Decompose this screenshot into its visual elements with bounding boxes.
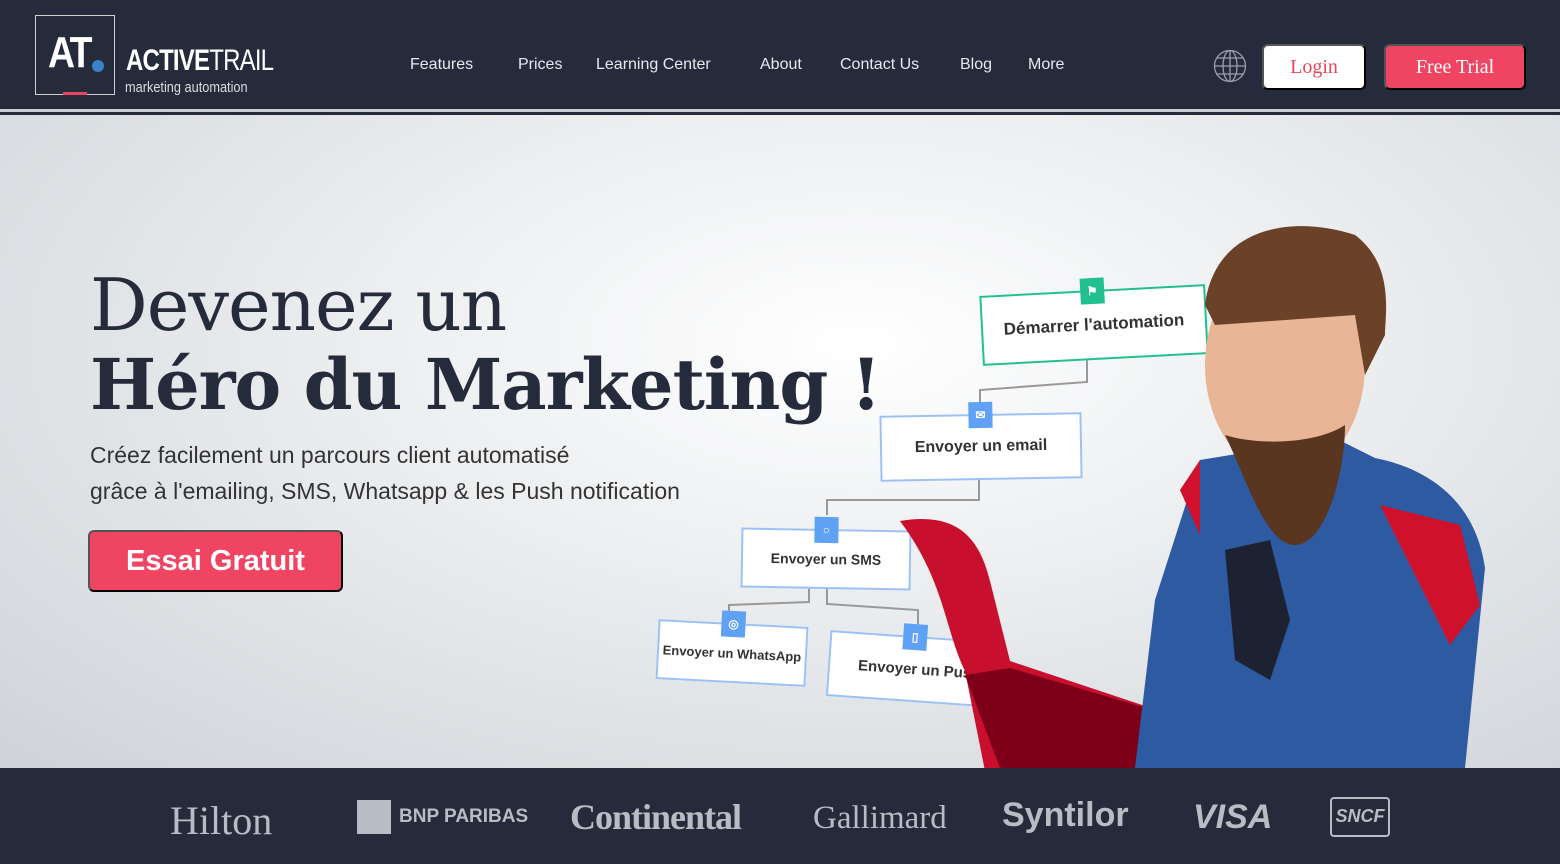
brand-bold: ACTIVE: [126, 44, 210, 77]
client-logo-syntilor: Syntilor: [1002, 796, 1129, 834]
logo-letters: AT: [48, 28, 93, 77]
brand-name[interactable]: ACTIVETRAIL: [126, 44, 274, 78]
client-logo-gallimard: Gallimard: [813, 800, 947, 836]
nav-about[interactable]: About: [760, 56, 802, 74]
logo[interactable]: AT: [35, 15, 115, 95]
client-logo-continental: Continental: [570, 797, 742, 837]
brand-light: TRAIL: [209, 44, 274, 77]
logo-dot: [92, 60, 104, 72]
hero-section: Devenez un Héro du Marketing ! Créez fac…: [0, 115, 1560, 768]
client-logo-bnp: BNP PARIBAS: [399, 806, 529, 827]
client-logo-visa: VISA: [1193, 798, 1273, 836]
free-trial-button[interactable]: Free Trial: [1384, 44, 1526, 90]
login-button[interactable]: Login: [1262, 44, 1366, 90]
nav-blog[interactable]: Blog: [960, 56, 992, 74]
superhero-illustration: [900, 226, 1485, 768]
top-navbar: AT ACTIVETRAIL marketing automation Feat…: [0, 0, 1560, 112]
brand-tagline: marketing automation: [125, 79, 248, 96]
logo-bar: [63, 92, 87, 95]
nav-prices[interactable]: Prices: [518, 56, 562, 74]
nav-contact-us[interactable]: Contact Us: [840, 56, 919, 74]
nav-learning-center[interactable]: Learning Center: [596, 56, 711, 74]
bnp-star-icon: [357, 800, 391, 834]
globe-icon[interactable]: [1213, 49, 1247, 83]
client-logo-hilton: Hilton: [170, 798, 273, 843]
client-logo-sncf: SNCF: [1330, 797, 1390, 837]
nav-features[interactable]: Features: [410, 56, 473, 74]
nav-more[interactable]: More: [1028, 56, 1064, 74]
